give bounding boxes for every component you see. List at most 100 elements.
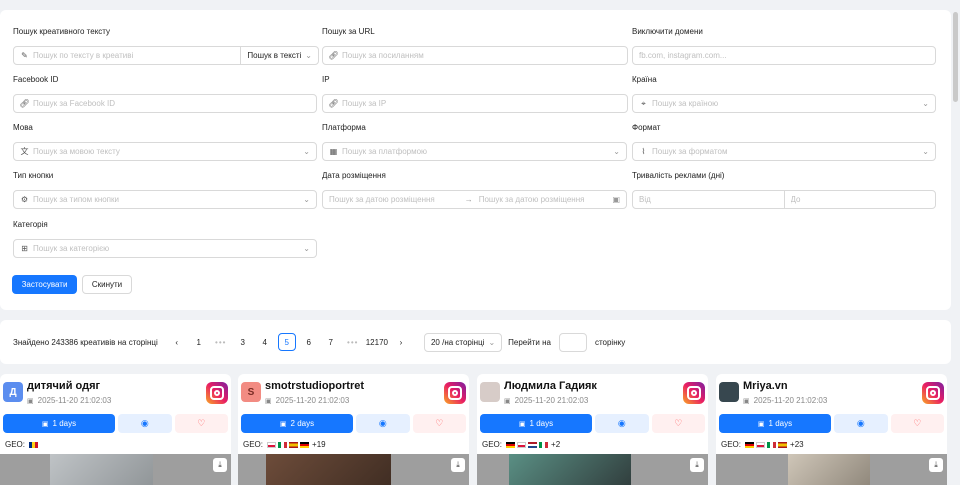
- card-date: ▣ 2025-11-20 21:02:03: [743, 396, 827, 405]
- search-mode-select[interactable]: Пошук в тексті ⌄: [241, 47, 318, 64]
- current-page-button[interactable]: 5: [277, 333, 296, 351]
- eye-icon: ◉: [617, 418, 626, 428]
- jump-page-input[interactable]: [558, 332, 587, 352]
- flag-icon: [756, 441, 766, 448]
- favorite-button[interactable]: ♡: [174, 414, 228, 433]
- page-button[interactable]: 6: [300, 333, 318, 351]
- download-icon[interactable]: ⤓: [929, 458, 943, 472]
- heart-icon: ♡: [435, 418, 444, 428]
- platform-filter: Платформа ▦ Пошук за платформою ⌄: [322, 122, 627, 161]
- facebook-id-input[interactable]: 🔗︎ Пошук за Facebook ID: [13, 94, 317, 113]
- button-type-label: Тип кнопки: [13, 171, 54, 180]
- prev-page-button[interactable]: ‹: [168, 333, 186, 351]
- instagram-icon[interactable]: [444, 382, 466, 404]
- creative-card[interactable]: Mriya.vn ▣ 2025-11-20 21:02:03 ▣ 1 days ◉ …: [716, 374, 947, 485]
- filter-panel: Пошук креативного тексту ✎ Пошук по текс…: [0, 10, 951, 310]
- view-button[interactable]: ◉: [834, 414, 888, 433]
- page-button[interactable]: 7: [322, 333, 340, 351]
- duration-from-placeholder: Від: [639, 195, 651, 204]
- page-ellipsis[interactable]: •••: [212, 333, 230, 351]
- format-select[interactable]: ⌇ Пошук за форматом ⌄: [632, 142, 936, 161]
- chevron-down-icon: ⌄: [303, 195, 310, 204]
- creative-card[interactable]: Людмила Гадияк ▣ 2025-11-20 21:02:03 ▣ 1 d…: [477, 374, 708, 485]
- card-date-value: 2025-11-20 21:02:03: [514, 396, 589, 405]
- page-button[interactable]: 1: [190, 333, 208, 351]
- url-input[interactable]: 🔗︎ Пошук за посиланням: [322, 46, 628, 65]
- chevron-down-icon: ⌄: [305, 51, 312, 60]
- link-icon: 🔗︎: [328, 99, 339, 108]
- next-page-button[interactable]: ›: [392, 333, 410, 351]
- creative-preview[interactable]: [716, 454, 947, 485]
- jump-label: Перейти на: [508, 337, 551, 347]
- date-range-input[interactable]: Пошук за датою розміщення → Пошук за дат…: [322, 190, 627, 209]
- instagram-icon[interactable]: [922, 382, 944, 404]
- platform-select[interactable]: ▦ Пошук за платформою ⌄: [322, 142, 627, 161]
- results-count: Знайдено 243386 креативів на сторінці: [13, 337, 158, 347]
- calendar-icon: ▣: [612, 195, 620, 204]
- language-placeholder: Пошук за мовою тексту: [33, 147, 120, 156]
- pagination-bar: Знайдено 243386 креативів на сторінці ‹ …: [0, 320, 951, 364]
- creative-preview[interactable]: [0, 454, 231, 485]
- instagram-icon[interactable]: [206, 382, 228, 404]
- days-button[interactable]: ▣ 1 days: [719, 414, 831, 433]
- heart-icon: ♡: [197, 418, 206, 428]
- days-button[interactable]: ▣ 1 days: [3, 414, 115, 433]
- geo-more-count: +23: [790, 440, 804, 449]
- format-label: Формат: [632, 123, 661, 132]
- page-button[interactable]: 4: [256, 333, 274, 351]
- page-button[interactable]: 12170: [366, 333, 388, 351]
- reset-button[interactable]: Скинути: [82, 275, 132, 294]
- creative-preview[interactable]: [238, 454, 469, 485]
- download-icon[interactable]: ⤓: [451, 458, 465, 472]
- days-button[interactable]: ▣ 2 days: [241, 414, 353, 433]
- creative-text-placeholder: Пошук по тексту в креативі: [33, 51, 134, 60]
- country-placeholder: Пошук за країною: [652, 99, 719, 108]
- url-filter: Пошук за URL 🔗︎ Пошук за посиланням: [322, 26, 628, 65]
- favorite-button[interactable]: ♡: [651, 414, 705, 433]
- duration-to-input[interactable]: До: [785, 191, 936, 208]
- language-filter: Мова 文 Пошук за мовою тексту ⌄: [13, 122, 317, 161]
- calendar-icon: ▣: [743, 397, 750, 405]
- flag-icon: [289, 441, 299, 448]
- card-date-value: 2025-11-20 21:02:03: [753, 396, 828, 405]
- duration-from-input[interactable]: Від: [633, 191, 784, 208]
- creative-card[interactable]: S smotrstudioportret ▣ 2025-11-20 21:02:0…: [238, 374, 469, 485]
- flag-icon: [528, 441, 538, 448]
- apply-button[interactable]: Застосувати: [12, 275, 77, 294]
- creative-card[interactable]: Д дитячий одяг ▣ 2025-11-20 21:02:03 ▣ 1 d…: [0, 374, 231, 485]
- category-select[interactable]: ⊞ Пошук за категорією ⌄: [13, 239, 317, 258]
- card-date: ▣ 2025-11-20 21:02:03: [27, 396, 111, 405]
- button-type-filter: Тип кнопки ⚙︎ Пошук за типом кнопки ⌄: [13, 170, 317, 209]
- duration-range-input[interactable]: Від До: [632, 190, 936, 209]
- page-scrollbar[interactable]: [953, 12, 958, 102]
- view-button[interactable]: ◉: [118, 414, 172, 433]
- favorite-button[interactable]: ♡: [890, 414, 944, 433]
- flag-icon: [745, 441, 755, 448]
- flag-icon: [778, 441, 788, 448]
- calendar-icon: ▣: [279, 420, 287, 428]
- exclude-domains-input[interactable]: fb.com, instagram.com...: [632, 46, 936, 65]
- location-pin-icon: ⌖: [641, 98, 646, 108]
- days-button[interactable]: ▣ 1 days: [480, 414, 592, 433]
- calendar-icon: ▣: [504, 397, 511, 405]
- creative-preview[interactable]: [477, 454, 708, 485]
- download-icon[interactable]: ⤓: [213, 458, 227, 472]
- flag-icon: [29, 441, 39, 448]
- page-ellipsis[interactable]: •••: [344, 333, 362, 351]
- language-select[interactable]: 文 Пошук за мовою тексту ⌄: [13, 142, 317, 161]
- creative-text-input[interactable]: ✎ Пошук по тексту в креативі Пошук в тек…: [13, 46, 319, 65]
- favorite-button[interactable]: ♡: [412, 414, 466, 433]
- country-select[interactable]: ⌖ Пошук за країною ⌄: [632, 94, 936, 113]
- geo-row: GEO: +2: [482, 440, 560, 449]
- view-button[interactable]: ◉: [595, 414, 649, 433]
- geo-row: GEO:: [5, 440, 39, 449]
- search-mode-value: Пошук в тексті: [247, 51, 302, 60]
- ip-input[interactable]: 🔗︎ Пошук за IP: [322, 94, 628, 113]
- button-type-select[interactable]: ⚙︎ Пошук за типом кнопки ⌄: [13, 190, 317, 209]
- download-icon[interactable]: ⤓: [690, 458, 704, 472]
- page-size-select[interactable]: 20 /на сторінці ⌄: [423, 332, 503, 352]
- instagram-icon[interactable]: [683, 382, 705, 404]
- page-button[interactable]: 3: [234, 333, 252, 351]
- view-button[interactable]: ◉: [356, 414, 410, 433]
- chevron-down-icon: ⌄: [922, 99, 929, 108]
